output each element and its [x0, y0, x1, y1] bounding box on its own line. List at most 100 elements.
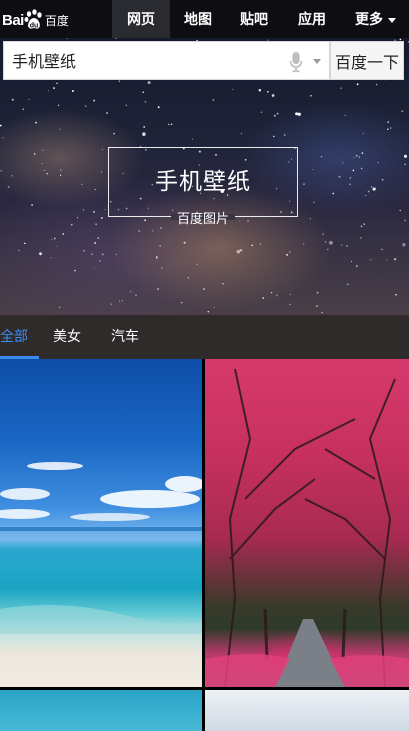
star: [7, 185, 10, 188]
nav-tab-web[interactable]: 网页: [112, 0, 170, 38]
wallpaper-image-sky[interactable]: [205, 690, 409, 731]
filter-tab-car[interactable]: 汽车: [111, 315, 139, 359]
chevron-down-icon: [388, 17, 396, 23]
star: [316, 305, 318, 307]
star: [387, 128, 389, 131]
star: [125, 104, 128, 106]
star: [346, 245, 348, 247]
star: [270, 291, 273, 294]
star: [340, 87, 342, 90]
search-input[interactable]: 手机壁纸: [3, 41, 330, 80]
star: [50, 257, 52, 259]
star: [138, 229, 141, 232]
nav-tab-map[interactable]: 地图: [170, 0, 226, 38]
star: [372, 187, 376, 191]
star: [351, 260, 353, 262]
star: [62, 233, 65, 235]
star: [167, 123, 170, 126]
star: [22, 108, 24, 110]
hero-title-frame[interactable]: 手机壁纸 百度图片: [108, 147, 298, 227]
baidu-logo[interactable]: Bai du 百度: [2, 4, 78, 34]
star: [288, 250, 291, 253]
star: [66, 38, 68, 39]
star: [155, 256, 158, 259]
star: [53, 87, 55, 90]
star: [31, 204, 34, 206]
star: [100, 217, 103, 219]
star: [115, 38, 117, 39]
star: [183, 241, 186, 244]
star: [273, 135, 275, 138]
star: [355, 265, 358, 267]
star: [258, 88, 262, 92]
star: [2, 136, 4, 139]
filter-tab-beauty[interactable]: 美女: [53, 315, 81, 359]
star: [355, 154, 358, 157]
star: [303, 243, 305, 245]
star: [212, 98, 215, 101]
star: [232, 88, 234, 90]
star: [342, 162, 344, 164]
star: [393, 257, 397, 261]
paw-icon: du: [24, 9, 42, 30]
star: [303, 183, 305, 185]
star: [94, 188, 96, 191]
star: [338, 175, 341, 178]
star: [152, 230, 154, 232]
star: [11, 98, 14, 101]
star: [118, 300, 121, 302]
wallpaper-image-blossom-road[interactable]: [205, 359, 409, 687]
star: [203, 288, 205, 290]
star: [93, 99, 96, 102]
star: [377, 161, 379, 164]
nav-tab-tieba[interactable]: 贴吧: [226, 0, 282, 38]
star: [95, 223, 97, 225]
star: [57, 104, 60, 106]
voice-dropdown-caret-icon[interactable]: [313, 59, 321, 64]
star: [74, 269, 76, 272]
star: [85, 105, 87, 107]
star: [346, 283, 349, 286]
star: [395, 293, 397, 296]
wallpaper-image-beach[interactable]: [0, 359, 202, 687]
star: [115, 253, 117, 255]
star: [60, 169, 62, 171]
microphone-icon[interactable]: [289, 51, 303, 73]
star: [401, 110, 404, 113]
nav-tab-web-label: 网页: [127, 12, 155, 28]
star: [99, 260, 101, 262]
star: [35, 121, 37, 124]
search-button[interactable]: 百度一下: [330, 41, 404, 80]
star: [113, 132, 115, 135]
star: [316, 291, 319, 294]
nav-tab-apps[interactable]: 应用: [282, 0, 342, 38]
star: [91, 253, 93, 255]
wallpaper-image-water[interactable]: [0, 690, 202, 731]
star: [361, 152, 364, 154]
star: [82, 209, 84, 211]
star: [100, 171, 102, 173]
filter-tab-all[interactable]: 全部: [0, 315, 28, 359]
star: [276, 112, 279, 115]
star: [104, 209, 106, 211]
star: [387, 121, 390, 123]
star: [297, 112, 301, 116]
nav-tab-tieba-label: 贴吧: [240, 12, 268, 28]
star: [360, 167, 363, 170]
star: [213, 306, 215, 308]
star: [0, 170, 2, 172]
star: [404, 219, 406, 222]
star: [289, 293, 291, 296]
star: [251, 244, 253, 247]
star: [326, 248, 329, 251]
star: [289, 303, 291, 306]
star: [247, 220, 249, 222]
nav-tab-more[interactable]: 更多: [342, 0, 409, 38]
star: [312, 168, 314, 171]
star: [76, 217, 79, 219]
star: [160, 227, 162, 229]
star: [365, 194, 367, 197]
top-nav: Bai du 百度 网页 地图 贴吧 应用 更多: [0, 0, 409, 38]
star: [275, 294, 278, 297]
star: [130, 291, 132, 293]
